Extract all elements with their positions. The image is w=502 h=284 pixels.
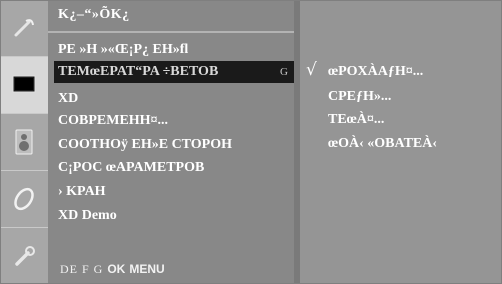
- wrench-icon: [15, 246, 35, 266]
- footer-nav-keys: DE F G: [60, 262, 104, 276]
- menu-item-picture-mode[interactable]: PE »H »«Œ¡P¿ EH»fl: [54, 39, 294, 61]
- submenu-item-warm[interactable]: TEœÀ¤...: [328, 109, 384, 131]
- picture-menu: K¿–“»ÕK¿ PE »H »«Œ¡P¿ EH»fl TEMœEPAT“PA …: [48, 0, 294, 284]
- picture-icon: [12, 75, 36, 93]
- footer-hints: DE F G OK MENU: [60, 262, 165, 277]
- satellite-dish-icon: [14, 19, 34, 37]
- menu-item-xd[interactable]: XD: [54, 88, 294, 110]
- menu-item-aspect-ratio[interactable]: COOTHOÿ EH»E CTOPOH: [54, 134, 294, 156]
- footer-ok-key: OK: [107, 262, 126, 276]
- tv-osd-screen: K¿–“»ÕK¿ PE »H »«Œ¡P¿ EH»fl TEMœEPAT“PA …: [0, 0, 502, 284]
- submenu-item-user[interactable]: œOÀ‹ «OBATEÀ‹: [328, 133, 437, 155]
- menu-item-advanced[interactable]: COBPEMEHH¤...: [54, 110, 294, 132]
- menu-item-reset[interactable]: C¡POC œAPAMETPOB: [54, 157, 294, 179]
- sidebar-item-sound[interactable]: [0, 114, 48, 171]
- sidebar-item-picture[interactable]: [0, 57, 48, 114]
- speaker-icon: [15, 129, 33, 155]
- disc-icon: [14, 187, 34, 211]
- submenu-item-medium[interactable]: CPEƒH»...: [328, 86, 391, 108]
- color-temperature-submenu: √ œPOXÀAƒH¤... CPEƒH»... TEœÀ¤... œOÀ‹ «…: [300, 0, 502, 284]
- menu-item-xd-demo[interactable]: XD Demo: [54, 205, 294, 227]
- check-mark-icon: √: [306, 60, 317, 80]
- menu-item-screen[interactable]: › KPAH: [54, 181, 294, 203]
- submenu-item-cool[interactable]: œPOXÀAƒH¤...: [328, 61, 423, 83]
- footer-menu-key: MENU: [129, 262, 165, 276]
- sidebar-item-station[interactable]: [0, 0, 48, 57]
- menu-item-label: TEMœEPAT“PA ÷BETOB: [58, 64, 219, 79]
- sidebar-item-time[interactable]: [0, 171, 48, 228]
- menu-title: K¿–“»ÕK¿: [58, 7, 130, 22]
- menu-title-divider: [48, 31, 294, 33]
- icon-sidebar: [0, 0, 48, 284]
- menu-item-color-temperature[interactable]: TEMœEPAT“PA ÷BETOB G: [54, 61, 294, 83]
- sidebar-item-option[interactable]: [0, 228, 48, 284]
- menu-item-hint: G: [280, 66, 288, 78]
